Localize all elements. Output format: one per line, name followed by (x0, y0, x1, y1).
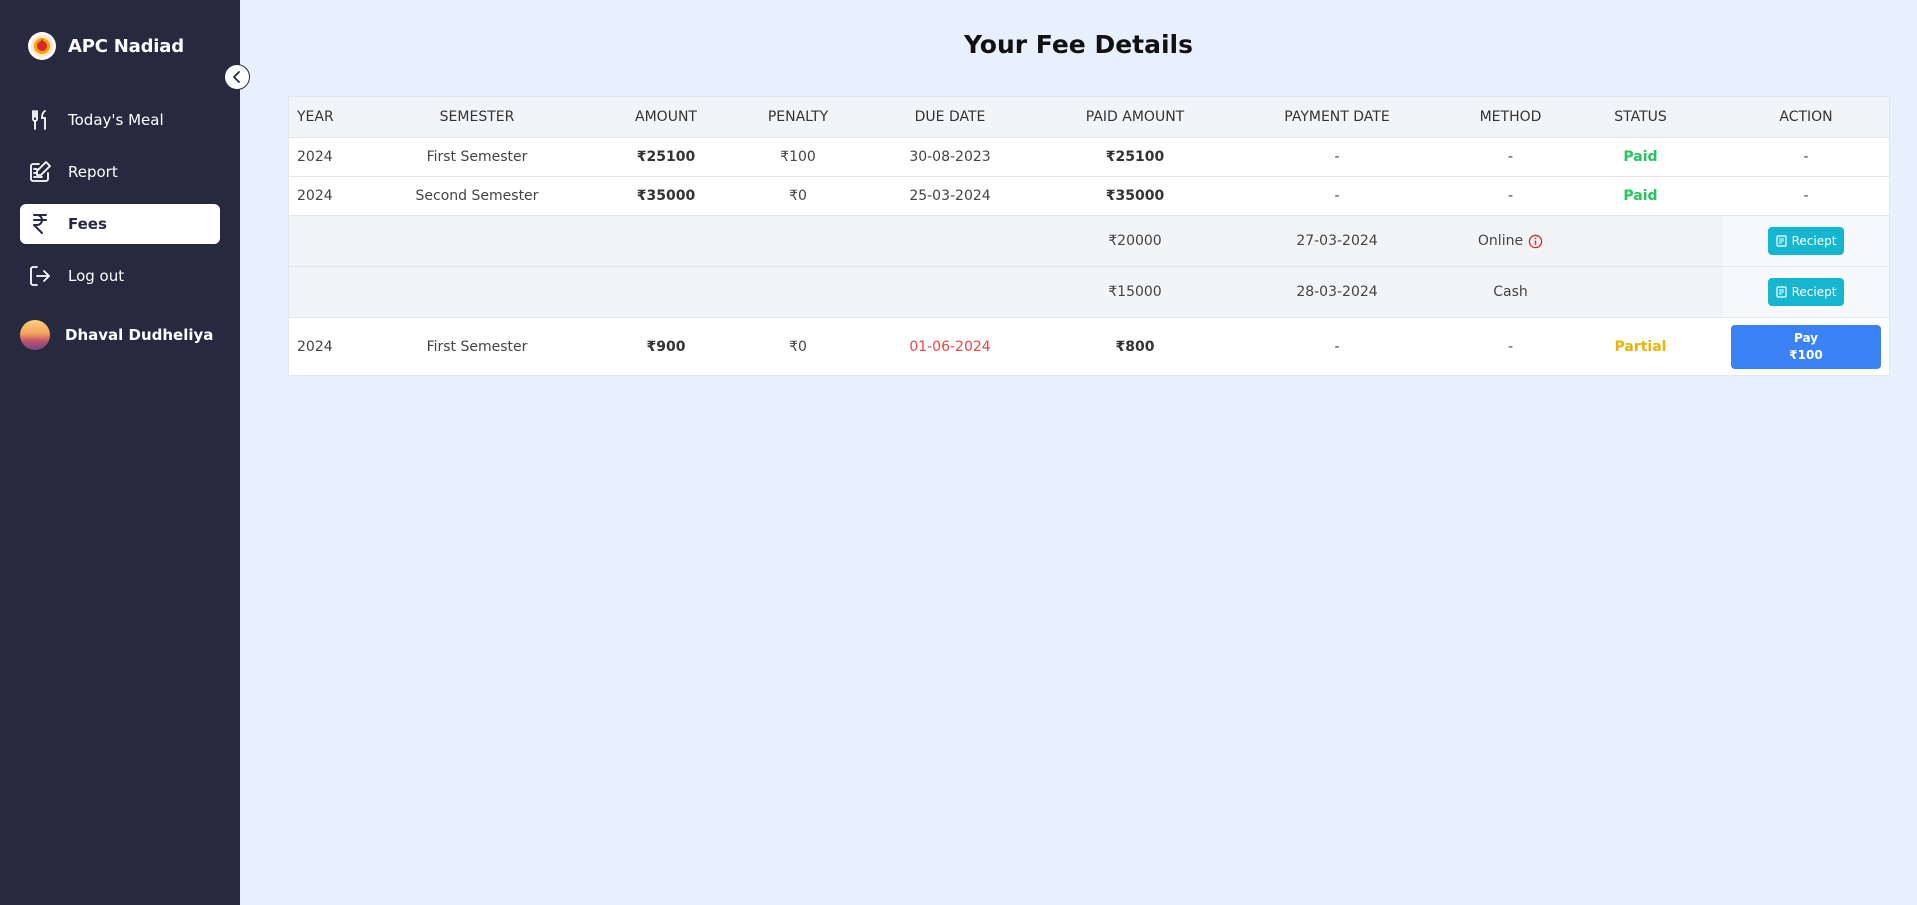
avatar (20, 320, 50, 350)
payment-row-spacer (289, 215, 1059, 267)
payment-row: ₹20000 27-03-2024 Online Reciept (289, 215, 1889, 267)
status-badge: Paid (1558, 176, 1723, 216)
brand-logo-icon (28, 32, 56, 60)
cell-due-date: 25-03-2024 (841, 176, 1059, 216)
brand-name: APC Nadiad (68, 35, 184, 57)
col-header-payment-date: PAYMENT DATE (1211, 97, 1463, 138)
cell-action: Reciept (1723, 215, 1889, 267)
col-header-due-date: DUE DATE (841, 97, 1059, 138)
cell-method: Cash (1463, 266, 1558, 318)
col-header-semester: SEMESTER (377, 97, 577, 138)
cell-penalty: ₹0 (755, 176, 841, 216)
cell-method: - (1463, 317, 1558, 375)
collapse-sidebar-button[interactable] (224, 64, 250, 90)
cell-paid-amount: ₹35000 (1059, 176, 1211, 216)
table-header-row: YEAR SEMESTER AMOUNT PENALTY DUE DATE PA… (289, 97, 1889, 138)
receipt-icon (1775, 235, 1787, 247)
method-label: Online (1477, 233, 1524, 249)
receipt-button-label: Reciept (1791, 285, 1837, 299)
cell-amount: ₹35000 (577, 176, 755, 216)
col-header-amount: AMOUNT (577, 97, 755, 138)
brand: APC Nadiad (28, 32, 184, 60)
cell-amount: ₹25100 (577, 137, 755, 177)
cell-status (1558, 215, 1723, 267)
cell-paid-amount: ₹15000 (1059, 266, 1211, 318)
cell-payment-date: - (1211, 317, 1463, 375)
cell-amount: ₹900 (577, 317, 755, 375)
col-header-penalty: PENALTY (755, 97, 841, 138)
cell-payment-date: 27-03-2024 (1211, 215, 1463, 267)
cell-penalty: ₹100 (755, 137, 841, 177)
page-title: Your Fee Details (963, 30, 1194, 59)
cell-action: Reciept (1723, 266, 1889, 318)
method-label: Cash (1493, 284, 1528, 300)
cell-payment-date: 28-03-2024 (1211, 266, 1463, 318)
pay-button[interactable]: Pay ₹100 (1731, 324, 1881, 369)
payment-row: ₹15000 28-03-2024 Cash Reciept (289, 266, 1889, 318)
cell-paid-amount: ₹800 (1059, 317, 1211, 375)
col-header-year: YEAR (289, 97, 377, 138)
col-header-status: STATUS (1558, 97, 1723, 138)
cell-method: Online (1463, 215, 1558, 267)
rupee-icon (28, 212, 52, 236)
sidebar: APC Nadiad Today's Meal Report Fees Log … (0, 0, 240, 905)
cell-payment-date: - (1211, 176, 1463, 216)
status-badge: Paid (1558, 137, 1723, 177)
cell-paid-amount: ₹25100 (1059, 137, 1211, 177)
chevron-left-icon (233, 71, 240, 83)
sidebar-item-label: Log out (68, 267, 125, 285)
col-header-action: ACTION (1723, 97, 1889, 138)
cell-action: Pay ₹100 (1723, 317, 1889, 375)
cell-semester: First Semester (377, 317, 577, 375)
payment-row-spacer (289, 266, 1059, 318)
user-name: Dhaval Dudheliya (65, 326, 214, 344)
table-row: 2024 Second Semester ₹35000 ₹0 25-03-202… (289, 176, 1889, 216)
receipt-button-label: Reciept (1791, 234, 1837, 248)
cell-paid-amount: ₹20000 (1059, 215, 1211, 267)
table-row: 2024 First Semester ₹25100 ₹100 30-08-20… (289, 137, 1889, 177)
status-badge: Partial (1558, 317, 1723, 375)
sidebar-item-label: Fees (68, 215, 107, 233)
col-header-method: METHOD (1463, 97, 1558, 138)
cell-payment-date: - (1211, 137, 1463, 177)
sidebar-item-todays-meal[interactable]: Today's Meal (20, 100, 220, 140)
sidebar-item-log-out[interactable]: Log out (20, 256, 220, 296)
pay-button-label: Pay (1793, 330, 1819, 345)
sidebar-item-report[interactable]: Report (20, 152, 220, 192)
cell-action: - (1723, 137, 1889, 177)
fork-knife-icon (28, 108, 52, 132)
cell-penalty: ₹0 (755, 317, 841, 375)
user-profile[interactable]: Dhaval Dudheliya (20, 320, 213, 350)
receipt-button[interactable]: Reciept (1767, 227, 1845, 255)
edit-document-icon (28, 160, 52, 184)
fee-table: YEAR SEMESTER AMOUNT PENALTY DUE DATE PA… (288, 96, 1890, 376)
cell-year: 2024 (289, 137, 377, 177)
cell-year: 2024 (289, 317, 377, 375)
receipt-button[interactable]: Reciept (1767, 278, 1845, 306)
logout-icon (28, 264, 52, 288)
cell-year: 2024 (289, 176, 377, 216)
cell-semester: First Semester (377, 137, 577, 177)
cell-due-date: 30-08-2023 (841, 137, 1059, 177)
cell-due-date: 01-06-2024 (841, 317, 1059, 375)
sidebar-item-fees[interactable]: Fees (20, 204, 220, 244)
receipt-icon (1775, 286, 1787, 298)
cell-semester: Second Semester (377, 176, 577, 216)
cell-method: - (1463, 137, 1558, 177)
table-row: 2024 First Semester ₹900 ₹0 01-06-2024 ₹… (289, 317, 1889, 375)
cell-method: - (1463, 176, 1558, 216)
sidebar-item-label: Today's Meal (68, 111, 164, 129)
cell-action: - (1723, 176, 1889, 216)
pay-button-amount: ₹100 (1789, 347, 1823, 362)
col-header-paid-amount: PAID AMOUNT (1059, 97, 1211, 138)
cell-status (1558, 266, 1723, 318)
sidebar-item-label: Report (68, 163, 118, 181)
info-icon[interactable] (1528, 234, 1543, 249)
